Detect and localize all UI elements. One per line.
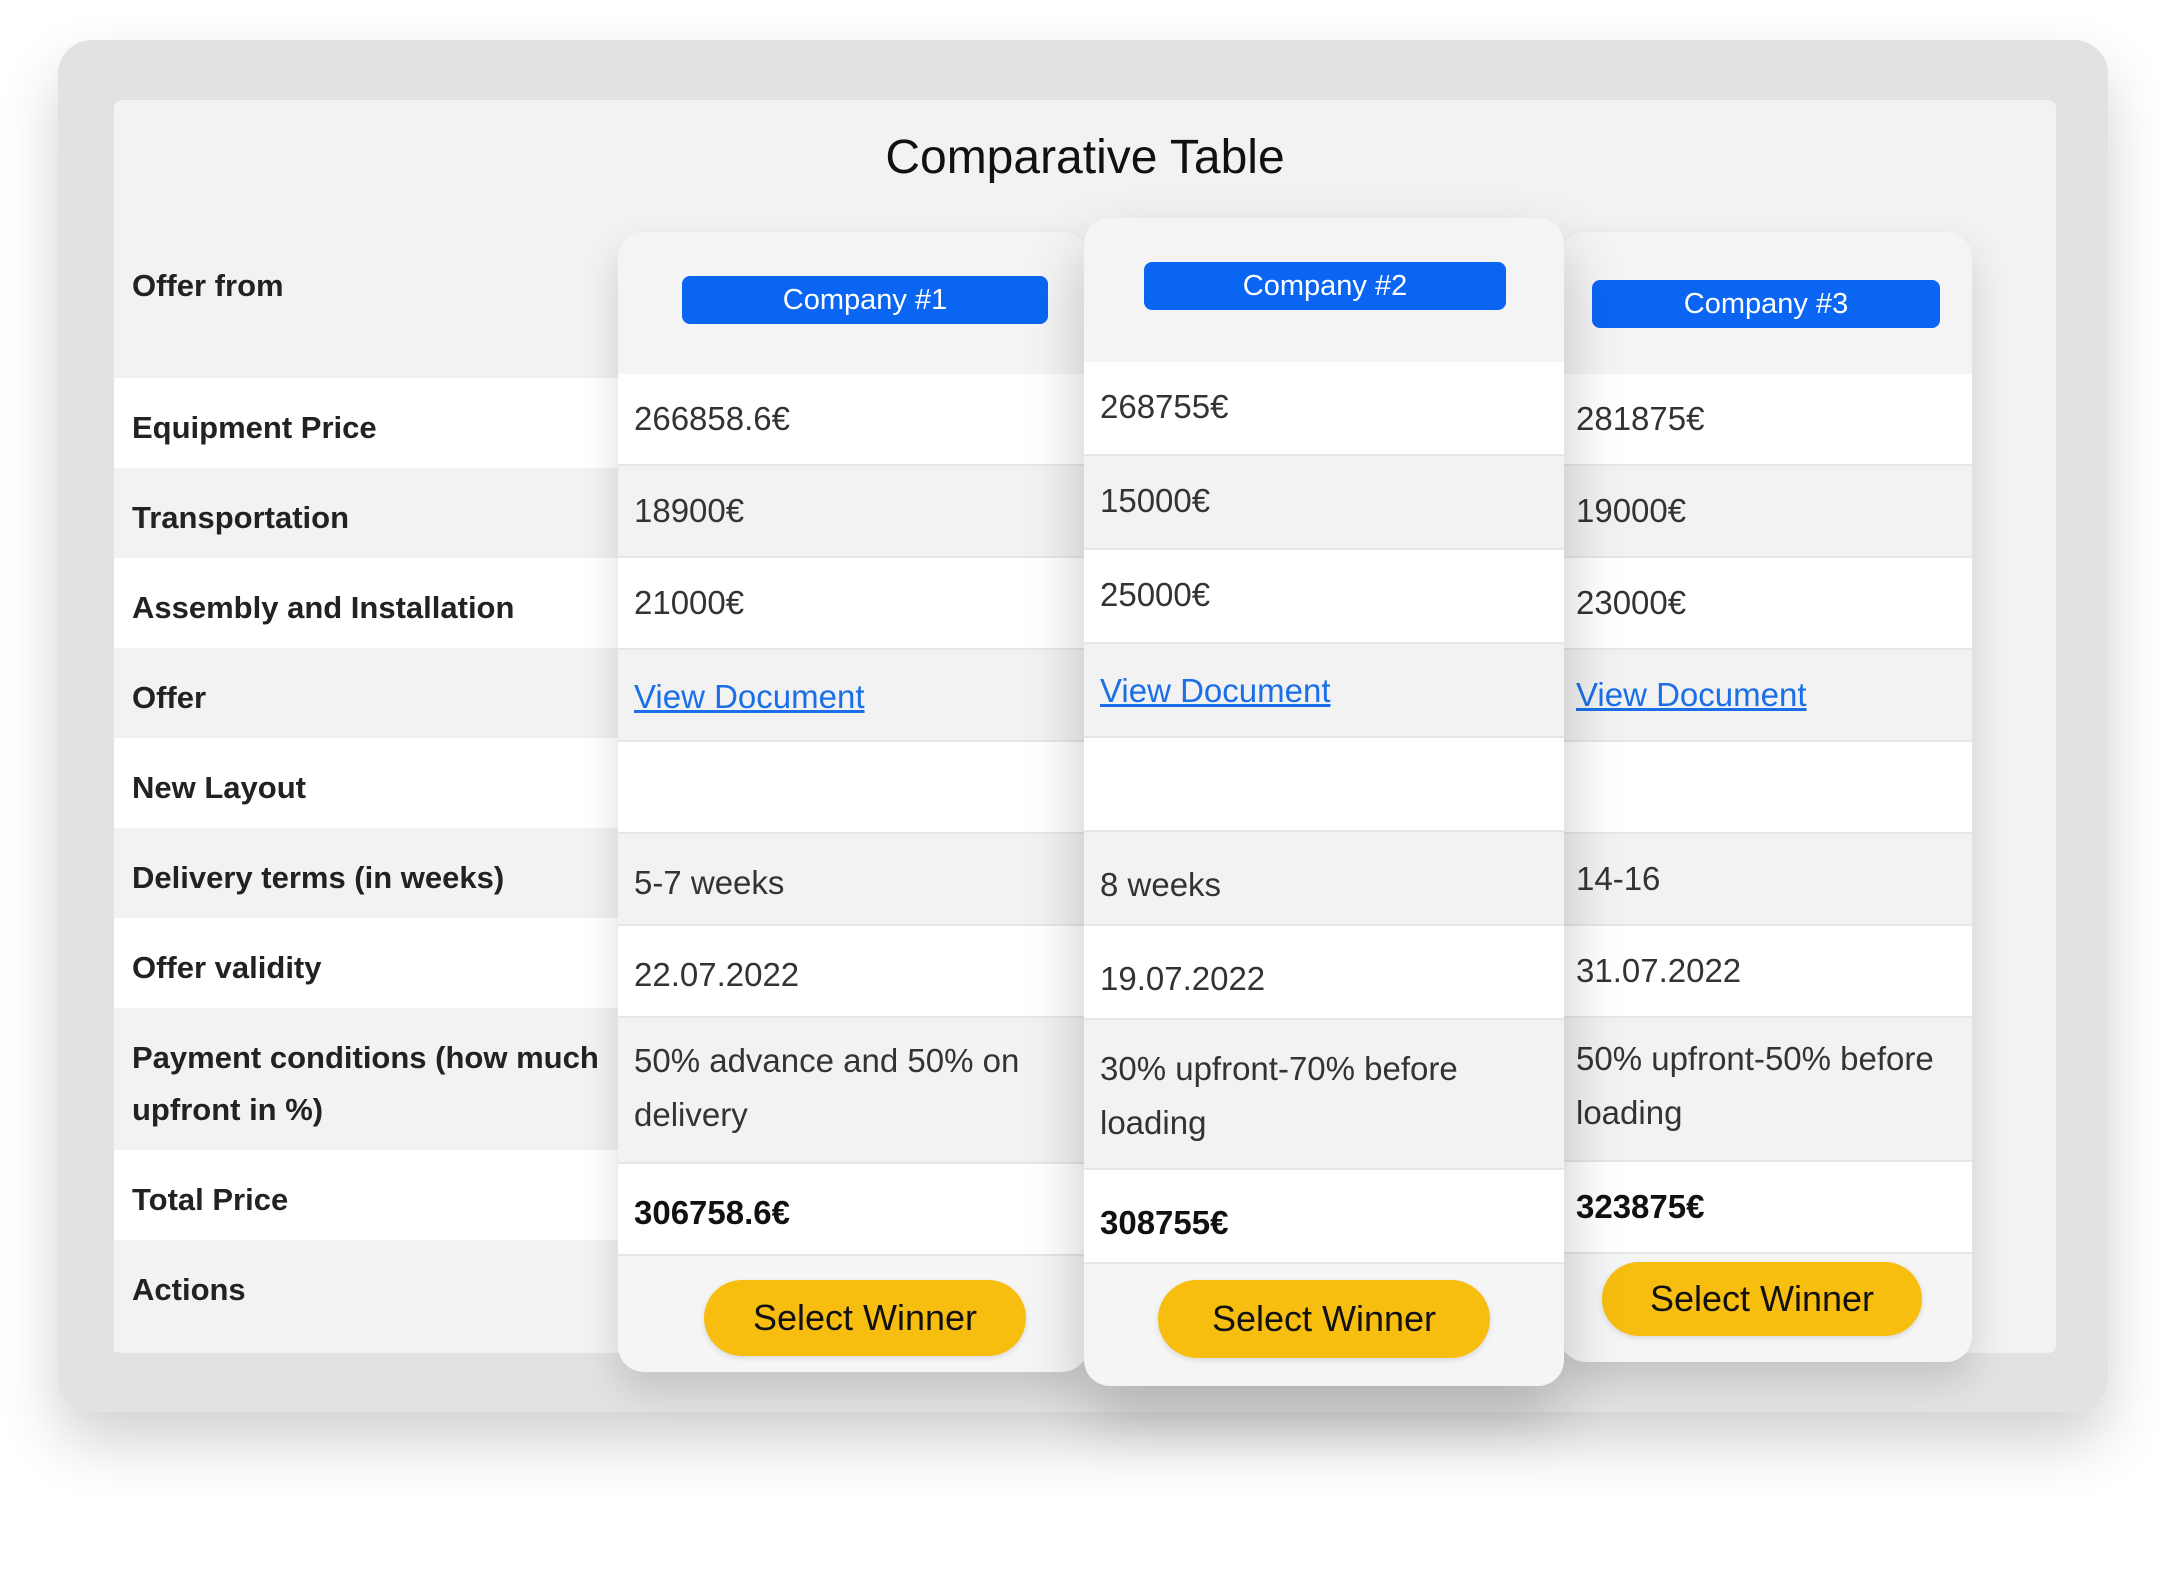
select-winner-button-1[interactable]: Select Winner: [704, 1280, 1026, 1356]
cell-new-layout-3: [1560, 742, 1972, 834]
company-button-2[interactable]: Company #2: [1144, 262, 1506, 310]
cell-validity-1: 22.07.2022: [618, 926, 1088, 1018]
row-label-offer: Offer: [114, 648, 619, 738]
cell-assembly-2: 25000€: [1084, 550, 1564, 644]
row-label-actions: Actions: [114, 1240, 619, 1352]
company-button-3[interactable]: Company #3: [1592, 280, 1940, 328]
row-label-payment: Payment conditions (how much upfront in …: [114, 1008, 619, 1150]
company-button-1[interactable]: Company #1: [682, 276, 1048, 324]
cell-equipment-price-2: 268755€: [1084, 362, 1564, 456]
cell-total-3: 323875€: [1560, 1162, 1972, 1254]
cell-transportation-1: 18900€: [618, 466, 1088, 558]
view-document-link-2[interactable]: View Document: [1100, 672, 1331, 709]
cell-delivery-3: 14-16: [1560, 834, 1972, 926]
company-header-1: Company #1: [618, 232, 1088, 374]
select-winner-button-2[interactable]: Select Winner: [1158, 1280, 1490, 1358]
cell-equipment-price-1: 266858.6€: [618, 374, 1088, 466]
row-label-total: Total Price: [114, 1150, 619, 1240]
cell-offer-2: View Document: [1084, 644, 1564, 738]
row-label-assembly: Assembly and Installation: [114, 558, 619, 648]
row-label-equipment-price: Equipment Price: [114, 378, 619, 468]
page-title: Comparative Table: [885, 131, 1285, 184]
cell-assembly-3: 23000€: [1560, 558, 1972, 650]
cell-offer-1: View Document: [618, 650, 1088, 742]
cell-delivery-1: 5-7 weeks: [618, 834, 1088, 926]
cell-validity-3: 31.07.2022: [1560, 926, 1972, 1018]
company-header-2: Company #2: [1084, 218, 1564, 362]
cell-equipment-price-3: 281875€: [1560, 374, 1972, 466]
row-label-new-layout: New Layout: [114, 738, 619, 828]
view-document-link-3[interactable]: View Document: [1576, 676, 1807, 713]
company-column-1: Company #1 266858.6€ 18900€ 21000€ View …: [618, 232, 1088, 1372]
cell-transportation-3: 19000€: [1560, 466, 1972, 558]
cell-transportation-2: 15000€: [1084, 456, 1564, 550]
cell-payment-2: 30% upfront-70% before loading: [1084, 1020, 1564, 1170]
company-column-3: Company #3 281875€ 19000€ 23000€ View Do…: [1560, 232, 1972, 1362]
row-label-offer-from: Offer from: [114, 236, 619, 378]
cell-offer-3: View Document: [1560, 650, 1972, 742]
cell-delivery-2: 8 weeks: [1084, 832, 1564, 926]
cell-validity-2: 19.07.2022: [1084, 926, 1564, 1020]
cell-new-layout-1: [618, 742, 1088, 834]
cell-payment-3: 50% upfront-50% before loading: [1560, 1018, 1972, 1162]
select-winner-button-3[interactable]: Select Winner: [1602, 1262, 1922, 1336]
cell-assembly-1: 21000€: [618, 558, 1088, 650]
cell-payment-1: 50% advance and 50% on delivery: [618, 1018, 1088, 1164]
cell-total-1: 306758.6€: [618, 1164, 1088, 1256]
row-label-delivery: Delivery terms (in weeks): [114, 828, 619, 918]
row-label-validity: Offer validity: [114, 918, 619, 1008]
view-document-link-1[interactable]: View Document: [634, 678, 865, 715]
cell-new-layout-2: [1084, 738, 1564, 832]
cell-total-2: 308755€: [1084, 1170, 1564, 1264]
company-header-3: Company #3: [1560, 232, 1972, 374]
row-label-transportation: Transportation: [114, 468, 619, 558]
company-column-2: Company #2 268755€ 15000€ 25000€ View Do…: [1084, 218, 1564, 1386]
